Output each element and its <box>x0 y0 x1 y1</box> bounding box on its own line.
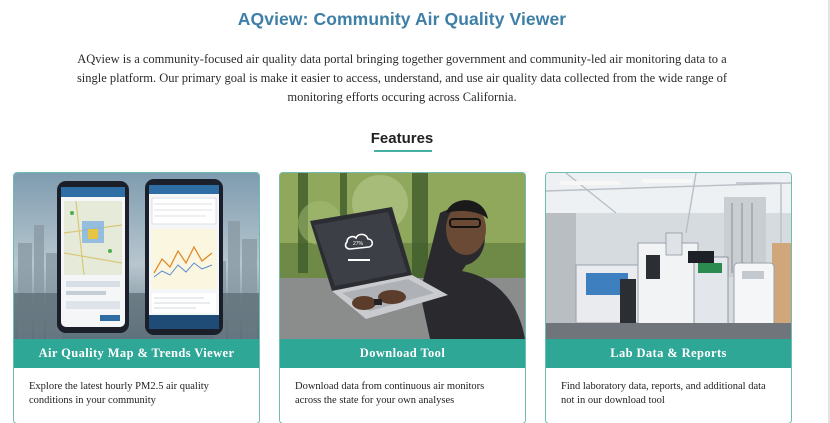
page-title: AQview: Community Air Quality Viewer <box>237 9 567 29</box>
card-title-lab-data: Lab Data & Reports <box>546 339 791 368</box>
card-description-lab-data: Find laboratory data, reports, and addit… <box>561 381 766 406</box>
feature-card-map-viewer[interactable]: Air Quality Map & Trends Viewer Explore … <box>13 172 260 423</box>
feature-card-download-tool[interactable]: 27% Download Tool Download data from con… <box>279 172 526 423</box>
features-heading-underline <box>374 150 432 152</box>
card-description-map-viewer: Explore the latest hourly PM2.5 air qual… <box>29 381 209 406</box>
svg-text:27%: 27% <box>353 241 364 247</box>
phones-showing-air-quality-map-image <box>14 173 259 339</box>
features-heading: Features <box>370 130 434 147</box>
laboratory-instruments-image <box>546 173 791 339</box>
laptop-cloud-download-image: 27% <box>280 173 525 339</box>
card-title-map-viewer: Air Quality Map & Trends Viewer <box>14 339 259 368</box>
card-title-download-tool: Download Tool <box>280 339 525 368</box>
intro-paragraph: AQview is a community-focused air qualit… <box>76 52 728 104</box>
feature-card-lab-data[interactable]: Lab Data & Reports Find laboratory data,… <box>545 172 792 423</box>
card-description-download-tool: Download data from continuous air monito… <box>295 381 485 406</box>
